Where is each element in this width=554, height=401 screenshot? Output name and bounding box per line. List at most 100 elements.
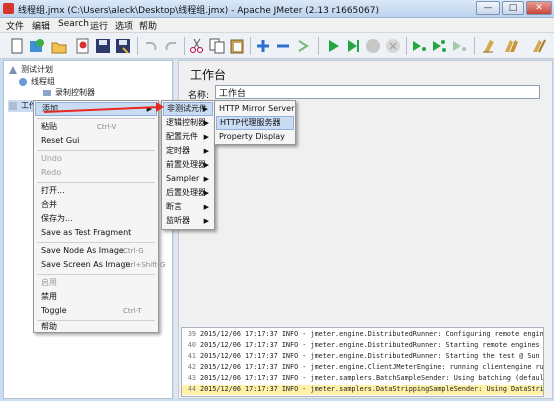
- toolbar-separator: [406, 37, 407, 55]
- menu-item-config-element[interactable]: 配置元件 ▶: [163, 130, 213, 144]
- menu-separator: [37, 182, 155, 183]
- thread-group-icon: [18, 77, 28, 87]
- menu-item-post-processor[interactable]: 后置处理器 ▶: [163, 186, 213, 200]
- toolbar-separator: [318, 37, 319, 55]
- menu-help[interactable]: 帮助: [139, 19, 157, 32]
- clear-icon[interactable]: [480, 37, 498, 55]
- remote-stop-icon[interactable]: [450, 37, 468, 55]
- menu-item-open[interactable]: 打开...: [35, 184, 157, 198]
- menu-item-property-display[interactable]: Property Display: [216, 130, 294, 144]
- save-as-icon[interactable]: [114, 37, 132, 55]
- save-icon[interactable]: [94, 37, 112, 55]
- menu-item-merge[interactable]: 合并: [35, 198, 157, 212]
- expand-icon[interactable]: [254, 37, 272, 55]
- redo-icon[interactable]: [162, 37, 180, 55]
- menu-run[interactable]: 运行: [90, 19, 108, 32]
- remote-start-icon[interactable]: [410, 37, 428, 55]
- menu-separator: [37, 150, 155, 151]
- menu-item-paste[interactable]: 粘贴 Ctrl-V: [35, 120, 157, 134]
- menu-search[interactable]: Search: [58, 19, 89, 29]
- menu-separator: [37, 320, 155, 321]
- copy-icon[interactable]: [208, 37, 226, 55]
- menu-file[interactable]: 文件: [6, 19, 24, 32]
- annotation-arrow-line: [43, 106, 161, 113]
- menu-item-assertion[interactable]: 断言 ▶: [163, 200, 213, 214]
- menu-item-reset-gui[interactable]: Reset Gui: [35, 134, 157, 148]
- log-viewer[interactable]: 39 2015/12/06 17:17:37 INFO - jmeter.engi…: [181, 327, 544, 397]
- templates-icon[interactable]: [28, 37, 46, 55]
- log-line: 44 2015/12/06 17:17:37 INFO - jmeter.samp…: [182, 385, 543, 395]
- menu-item-sampler[interactable]: Sampler ▶: [163, 172, 213, 186]
- start-no-pause-icon[interactable]: [344, 37, 362, 55]
- log-line: 42 2015/12/06 17:17:37 INFO - jmeter.engi…: [187, 363, 544, 371]
- non-test-elements-submenu: HTTP Mirror Server HTTP代理服务器 Property Di…: [214, 100, 296, 145]
- add-submenu: 非测试元件 ▶ 逻辑控制器 ▶ 配置元件 ▶ 定时器 ▶ 前置处理器 ▶ Sampler ▶…: [161, 100, 215, 230]
- new-icon[interactable]: [8, 37, 26, 55]
- toolbar-separator: [184, 37, 185, 55]
- menu-item-pre-processor[interactable]: 前置处理器 ▶: [163, 158, 213, 172]
- submenu-arrow-icon: ▶: [203, 175, 209, 183]
- menu-bar: 文件 编辑 Search 运行 选项 帮助: [0, 18, 554, 33]
- menu-edit[interactable]: 编辑: [32, 19, 50, 32]
- menu-item-save-as-test-fragment[interactable]: Save as Test Fragment: [35, 226, 157, 240]
- remote-start-all-icon[interactable]: [430, 37, 448, 55]
- log-line: 39 2015/12/06 17:17:37 INFO - jmeter.engi…: [187, 330, 544, 338]
- tree-item-label: 线程组: [31, 77, 55, 86]
- minimize-button[interactable]: —: [476, 1, 500, 15]
- menu-item-undo[interactable]: Undo: [35, 152, 157, 166]
- name-input[interactable]: [215, 85, 540, 99]
- menu-item-timer[interactable]: 定时器 ▶: [163, 144, 213, 158]
- toggle-icon[interactable]: [294, 37, 312, 55]
- tree-item-label: 测试计划: [21, 65, 53, 74]
- menu-separator: [37, 118, 155, 119]
- menu-separator: [37, 242, 155, 243]
- log-line: 40 2015/12/06 17:17:37 INFO - jmeter.engi…: [187, 341, 540, 349]
- log-line: 41 2015/12/06 17:17:37 INFO - jmeter.engi…: [187, 352, 544, 360]
- submenu-arrow-icon: ▶: [203, 189, 209, 197]
- menu-item-listener[interactable]: 监听器 ▶: [163, 214, 213, 228]
- menu-item-http-proxy-server[interactable]: HTTP代理服务器: [216, 116, 294, 130]
- cut-icon[interactable]: [188, 37, 206, 55]
- clear-all-icon[interactable]: [502, 37, 520, 55]
- menu-item-enable[interactable]: 启用: [35, 276, 157, 290]
- search-icon[interactable]: [530, 37, 548, 55]
- undo-icon[interactable]: [142, 37, 160, 55]
- menu-options[interactable]: 选项: [115, 19, 133, 32]
- test-plan-icon: [8, 65, 18, 75]
- tree-item-test-plan[interactable]: 测试计划: [8, 64, 53, 76]
- open-icon[interactable]: [50, 37, 68, 55]
- shutdown-icon[interactable]: [384, 37, 402, 55]
- panel-title: 工作台: [190, 68, 227, 82]
- annotation-arrow: [43, 102, 164, 113]
- stop-icon[interactable]: [364, 37, 382, 55]
- workbench-icon: [8, 101, 18, 111]
- paste-icon[interactable]: [228, 37, 246, 55]
- menu-item-logic-controller[interactable]: 逻辑控制器 ▶: [163, 116, 213, 130]
- submenu-arrow-icon: ▶: [203, 147, 209, 155]
- menu-item-redo[interactable]: Redo: [35, 166, 157, 180]
- menu-item-save-node-as-image[interactable]: Save Node As Image Ctrl-G: [35, 244, 157, 258]
- jmeter-app-icon: [3, 3, 14, 14]
- close-icon[interactable]: [74, 37, 92, 55]
- toolbar-separator: [474, 37, 475, 55]
- toolbar-separator: [250, 37, 251, 55]
- annotation-arrow-head: [156, 102, 164, 112]
- log-line: 43 2015/12/06 17:17:37 INFO - jmeter.samp…: [187, 374, 544, 382]
- menu-item-disable[interactable]: 禁用: [35, 290, 157, 304]
- menu-separator: [37, 274, 155, 275]
- close-window-button[interactable]: ✕: [526, 1, 552, 15]
- menu-item-http-mirror-server[interactable]: HTTP Mirror Server: [216, 102, 294, 116]
- toolbar: [0, 33, 554, 59]
- submenu-arrow-icon: ▶: [203, 133, 209, 141]
- menu-item-toggle[interactable]: Toggle Ctrl-T: [35, 304, 157, 318]
- submenu-arrow-icon: ▶: [203, 119, 209, 127]
- collapse-icon[interactable]: [274, 37, 292, 55]
- menu-item-save-screen-as-image[interactable]: Save Screen As Image Ctrl+Shift-G: [35, 258, 165, 272]
- recording-controller-icon: [42, 88, 52, 98]
- menu-item-save-as[interactable]: 保存为...: [35, 212, 157, 226]
- title-bar: 线程组.jmx (C:\Users\aleck\Desktop\线程组.jmx)…: [0, 0, 554, 18]
- start-icon[interactable]: [324, 37, 342, 55]
- maximize-button[interactable]: □: [502, 1, 524, 15]
- toolbar-separator: [137, 37, 138, 55]
- menu-item-help[interactable]: 帮助: [35, 322, 157, 332]
